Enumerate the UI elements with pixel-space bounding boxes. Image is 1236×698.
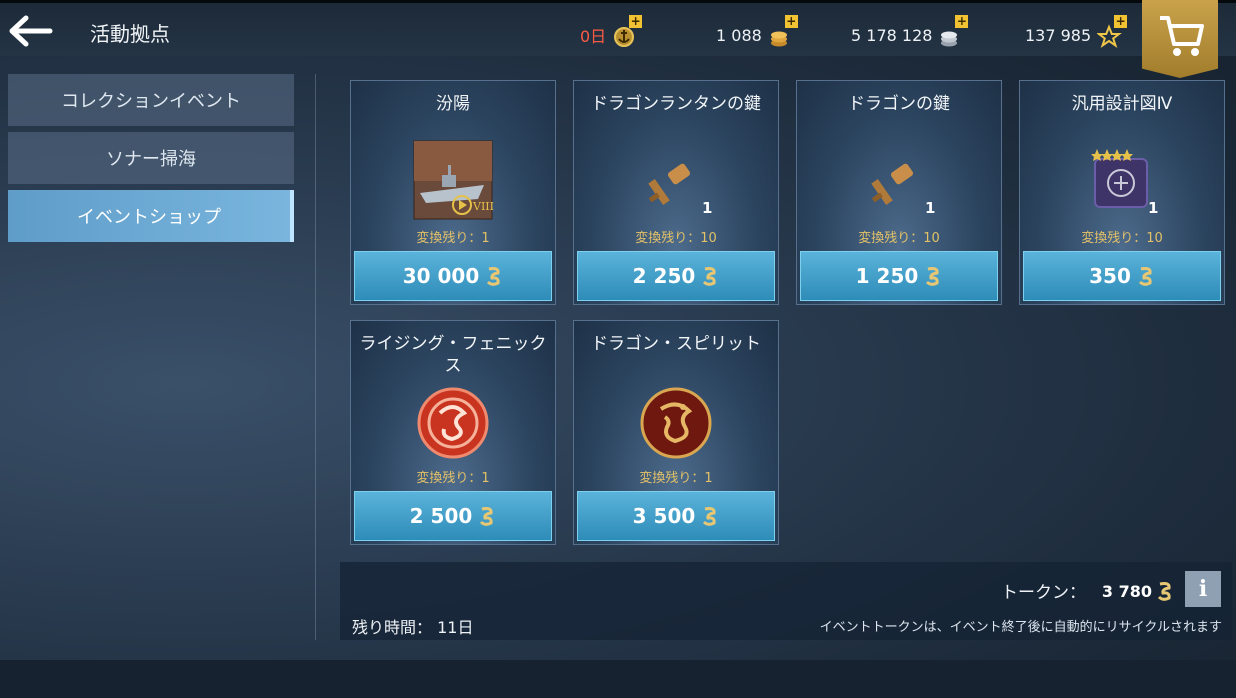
time-remaining: 残り時間： 11日 [352,618,474,637]
buy-button[interactable]: 1 250 [800,251,998,301]
remaining-exchanges: 変換残り：10 [635,231,717,246]
shop-cart-button[interactable] [1142,0,1218,78]
sidebar: コレクションイベント ソナー掃海 イベントショップ [8,74,294,248]
anchor-badge-icon: + [612,15,643,49]
sidebar-item-label: ソナー掃海 [106,149,196,170]
remaining-exchanges: 変換残り：1 [639,471,713,486]
shop-card-rising-phoenix[interactable]: ライジング・フェニックス 変換残り：1 2 500 [350,320,556,545]
phoenix-emblem-icon [412,379,494,461]
top-bar: 活動拠点 0日 + 1 088 + 5 178 128 + 137 985 + [0,0,1236,56]
add-experience-icon[interactable]: + [1114,15,1128,28]
gold-coins-icon: + [768,15,798,49]
price-value: 350 [1089,264,1131,288]
dragon-token-icon [926,267,939,286]
price-value: 30 000 [402,264,480,288]
sidebar-item-collection-event[interactable]: コレクションイベント [8,74,294,126]
back-arrow-icon [9,15,53,47]
sidebar-item-sonar-sweep[interactable]: ソナー掃海 [8,132,294,184]
price-value: 2 500 [409,504,473,528]
dragon-token-icon [1138,267,1152,286]
remaining-exchanges: 変換残り：1 [416,231,490,246]
silver-coins-icon: + [938,15,969,49]
remaining-exchanges: 変換残り：10 [1081,231,1163,246]
page-title: 活動拠点 [90,22,170,46]
gold-counter[interactable]: 1 088 + [716,15,798,49]
dragon-token-icon [487,267,500,286]
ship-tier-label: VIII [472,200,494,213]
buy-button[interactable]: 2 500 [354,491,552,541]
premium-days-value: 0日 [580,27,607,46]
card-title: 汎用設計図Ⅳ [1071,94,1173,114]
premium-days-counter[interactable]: 0日 + [580,15,643,49]
price-value: 3 500 [632,504,696,528]
experience-counter[interactable]: 137 985 + [1025,15,1128,49]
bottom-strip [0,660,1236,698]
shop-card-dragon-lantern-key[interactable]: ドラゴンランタンの鍵 1 変換残り：10 2 250 [573,80,779,305]
buy-button[interactable]: 30 000 [354,251,552,301]
add-gold-icon[interactable]: + [784,15,798,28]
credits-value: 5 178 128 [851,25,933,45]
star-icon: + [1096,15,1128,49]
info-button[interactable]: i [1185,571,1221,607]
item-quantity: 1 [1148,199,1159,217]
recycle-note: イベントトークンは、イベント終了後に自動的にリサイクルされます [819,620,1222,635]
shop-card-dragon-spirit[interactable]: ドラゴン・スピリット 変換残り：1 3 500 [573,320,779,545]
gold-value: 1 088 [716,25,762,45]
shop-card-blueprint[interactable]: 汎用設計図Ⅳ 1 変換残り：10 350 [1019,80,1225,305]
card-title: ドラゴンの鍵 [848,94,950,114]
experience-value: 137 985 [1025,25,1092,45]
card-title: ドラゴン・スピリット [591,334,761,354]
remaining-exchanges: 変換残り：10 [858,231,940,246]
dragon-token-icon [703,267,716,286]
ship-card-image: VIII [412,139,494,221]
item-quantity: 1 [925,199,936,217]
buy-button[interactable]: 2 250 [577,251,775,301]
item-quantity: 1 [702,199,713,217]
token-balance-value: 3 780 [1101,581,1152,601]
sidebar-item-event-shop[interactable]: イベントショップ [8,190,294,242]
sidebar-item-label: コレクションイベント [61,91,241,112]
back-button[interactable] [4,13,54,49]
sidebar-divider [315,74,316,640]
price-value: 2 250 [632,264,696,288]
token-footer: トークン： 3 780 i 残り時間： 11日 イベントトークンは、イベント終了… [340,562,1232,640]
shop-card-dragon-key[interactable]: ドラゴンの鍵 1 変換残り：10 1 250 [796,80,1002,305]
card-title: ライジング・フェニックス [359,334,547,376]
buy-button[interactable]: 350 [1023,251,1221,301]
sidebar-item-label: イベントショップ [77,207,221,228]
credits-counter[interactable]: 5 178 128 + [851,15,969,49]
cart-icon [1160,16,1204,56]
dragon-token-icon [703,507,716,526]
dragon-token-icon [1157,582,1171,601]
remaining-exchanges: 変換残り：1 [416,471,490,486]
price-value: 1 250 [855,264,919,288]
dragon-emblem-icon [635,379,717,461]
dragon-token-icon [480,507,493,526]
add-credits-icon[interactable]: + [955,15,969,28]
shop-card-ship[interactable]: 汾陽 VIII 変換残り：1 30 000 [350,80,556,305]
token-label: トークン： [1001,583,1086,603]
add-premium-icon[interactable]: + [629,15,643,28]
token-balance: 3 780 [1102,580,1174,602]
buy-button[interactable]: 3 500 [577,491,775,541]
card-title: ドラゴンランタンの鍵 [591,94,761,114]
card-title: 汾陽 [436,94,470,114]
